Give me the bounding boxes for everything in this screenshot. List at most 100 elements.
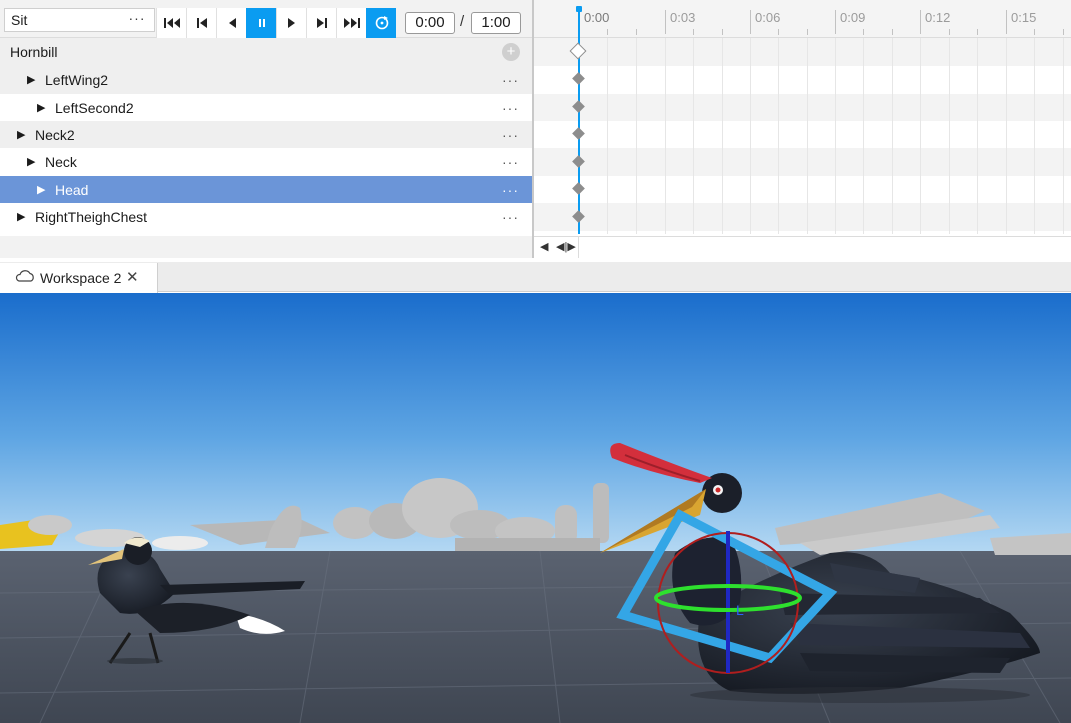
expand-arrow-icon[interactable]: ▶: [17, 203, 25, 231]
ruler-major-tick: [750, 10, 751, 34]
tree-item-label: LeftWing2: [45, 72, 109, 88]
next-keyframe-icon: [316, 18, 327, 28]
timeline-gridline: [1034, 38, 1035, 234]
ruler-minor-tick: [1034, 29, 1035, 35]
loop-button[interactable]: [366, 8, 396, 38]
skip-to-end-icon: [343, 18, 360, 28]
3d-viewport[interactable]: L: [0, 293, 1071, 723]
close-icon[interactable]: ✕: [126, 268, 139, 286]
ruler-minor-tick: [778, 29, 779, 35]
play-reverse-button[interactable]: [216, 8, 246, 38]
timeline-track-row[interactable]: [534, 66, 1071, 94]
tree-item-head[interactable]: ▶ Head ···: [0, 176, 532, 204]
loop-icon: [375, 16, 388, 30]
ruler-major-tick: [835, 10, 836, 34]
timeline-track-row[interactable]: [534, 148, 1071, 176]
ruler-minor-tick: [807, 29, 808, 35]
track-options-button[interactable]: ···: [502, 66, 519, 94]
tree-item-label: Neck2: [35, 127, 75, 143]
timeline-gridline: [722, 38, 723, 234]
animation-options-button[interactable]: ···: [122, 8, 152, 32]
track-options-button[interactable]: ···: [502, 148, 519, 176]
timeline-panel[interactable]: 0:00 0:03 0:06 0:09 0:12 0:15 ◀ ◀|▶: [534, 0, 1071, 258]
add-track-button[interactable]: +: [502, 43, 520, 61]
timeline-gridline: [863, 38, 864, 234]
timeline-zoom-handle[interactable]: ◀|▶: [556, 240, 576, 253]
timeline-gridline: [1006, 38, 1007, 234]
expand-arrow-icon[interactable]: ▶: [37, 94, 45, 122]
viewport-scene[interactable]: L: [0, 293, 1071, 723]
ruler-label: 0:12: [925, 10, 951, 25]
timeline-gridline: [665, 38, 666, 234]
timeline-track-row[interactable]: [534, 94, 1071, 122]
ruler-minor-tick: [607, 29, 608, 35]
timeline-footer: ◀ ◀|▶: [534, 236, 1071, 258]
tree-item-neck2[interactable]: ▶ Neck2 ···: [0, 121, 532, 149]
tree-item-leftwing2[interactable]: ▶ LeftWing2 ···: [0, 66, 532, 94]
ruler-minor-tick: [693, 29, 694, 35]
ruler-label: 0:00: [584, 10, 610, 25]
time-separator: /: [460, 13, 465, 30]
timeline-gridline: [835, 38, 836, 234]
playback-toolbar: Sit ··· 0:00 / 1:00: [0, 0, 532, 38]
tree-root-label: Hornbill: [10, 44, 58, 60]
timeline-gridline: [636, 38, 637, 234]
ruler-label: 0:03: [670, 10, 696, 25]
tree-item-leftsecond2[interactable]: ▶ LeftSecond2 ···: [0, 94, 532, 122]
tab-workspace-2[interactable]: Workspace 2 ✕: [0, 263, 158, 293]
ruler-minor-tick: [722, 29, 723, 35]
ruler-minor-tick: [977, 29, 978, 35]
next-keyframe-button[interactable]: [306, 8, 336, 38]
timeline-gridline: [693, 38, 694, 234]
timeline-gridline: [1063, 38, 1064, 234]
timeline-scrollbar-divider: [578, 237, 579, 258]
timeline-gridline: [949, 38, 950, 234]
track-options-button[interactable]: ···: [502, 121, 519, 149]
tree-item-righttheighchest[interactable]: ▶ RightTheighChest ···: [0, 203, 532, 231]
tree-item-label: RightTheighChest: [35, 209, 148, 225]
total-time-field[interactable]: 1:00: [471, 12, 521, 34]
track-list-panel: Sit ··· 0:00 / 1:00 Hornbill + ▶ LeftWin…: [0, 0, 532, 258]
track-list-footer: [0, 236, 532, 258]
timeline-track-row[interactable]: [534, 38, 1071, 66]
skip-to-start-button[interactable]: [156, 8, 186, 38]
current-time-field[interactable]: 0:00: [405, 12, 455, 34]
ruler-label: 0:06: [755, 10, 781, 25]
expand-arrow-icon[interactable]: ▶: [17, 121, 25, 149]
timeline-gridline: [607, 38, 608, 234]
track-options-button[interactable]: ···: [502, 203, 519, 231]
ruler-minor-tick: [863, 29, 864, 35]
track-options-button[interactable]: ···: [502, 94, 519, 122]
track-options-button[interactable]: ···: [502, 176, 519, 204]
timeline-gridline: [977, 38, 978, 234]
timeline-gridline: [750, 38, 751, 234]
skip-to-end-button[interactable]: [336, 8, 366, 38]
expand-arrow-icon[interactable]: ▶: [37, 176, 45, 204]
ruler-label: 0:09: [840, 10, 866, 25]
expand-arrow-icon[interactable]: ▶: [27, 66, 35, 94]
timeline-ruler[interactable]: 0:00 0:03 0:06 0:09 0:12 0:15: [534, 0, 1071, 38]
document-tab-bar: Workspace 2 ✕: [0, 262, 1071, 293]
ruler-major-tick: [1006, 10, 1007, 34]
timeline-track-row[interactable]: [534, 203, 1071, 231]
scroll-left-button[interactable]: ◀: [540, 240, 548, 253]
playhead-handle[interactable]: [576, 6, 582, 12]
play-button[interactable]: [276, 8, 306, 38]
skip-to-start-icon: [163, 18, 180, 28]
tree-item-neck[interactable]: ▶ Neck ···: [0, 148, 532, 176]
pause-icon: [258, 19, 265, 27]
previous-keyframe-icon: [196, 18, 207, 28]
tab-label: Workspace 2: [40, 270, 122, 286]
ruler-minor-tick: [1063, 29, 1064, 35]
ruler-minor-tick: [949, 29, 950, 35]
previous-keyframe-button[interactable]: [186, 8, 216, 38]
timeline-track-row[interactable]: [534, 121, 1071, 149]
timeline-gridline: [892, 38, 893, 234]
ruler-major-tick: [665, 10, 666, 34]
ruler-major-tick: [920, 10, 921, 34]
expand-arrow-icon[interactable]: ▶: [27, 148, 35, 176]
tree-root-hornbill[interactable]: Hornbill +: [0, 38, 532, 66]
pause-button[interactable]: [246, 8, 276, 38]
tree-item-label: Neck: [45, 154, 77, 170]
timeline-track-row[interactable]: [534, 176, 1071, 204]
